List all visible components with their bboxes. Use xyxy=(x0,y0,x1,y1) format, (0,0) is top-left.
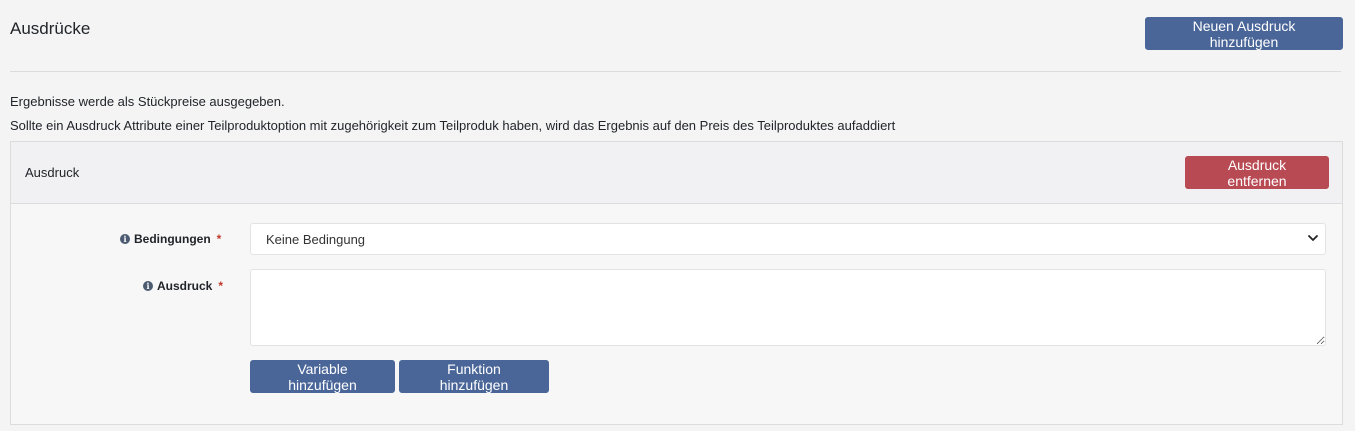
info-text-subproduct: Sollte ein Ausdruck Attribute einer Teil… xyxy=(10,118,896,133)
info-circle-icon[interactable]: i xyxy=(120,234,130,244)
expression-textarea[interactable] xyxy=(250,269,1326,346)
expression-card-header: Ausdruck Ausdruck entfernen xyxy=(11,142,1342,204)
required-marker: * xyxy=(218,279,224,293)
expression-label: i Ausdruck * xyxy=(143,279,223,293)
remove-expression-button[interactable]: Ausdruck entfernen xyxy=(1185,156,1329,189)
info-text-unit-prices: Ergebnisse werde als Stückpreise ausgege… xyxy=(10,94,285,109)
header-divider xyxy=(10,71,1341,72)
add-expression-button[interactable]: Neuen Ausdruck hinzufügen xyxy=(1145,17,1343,50)
chevron-down-icon xyxy=(1308,235,1318,241)
conditions-select[interactable]: Keine Bedingung xyxy=(250,223,1326,255)
conditions-label-text: Bedingungen xyxy=(134,232,211,246)
add-function-button[interactable]: Funktion hinzufügen xyxy=(399,360,549,393)
expression-label-text: Ausdruck xyxy=(157,279,213,293)
expression-card: Ausdruck Ausdruck entfernen i Bedingunge… xyxy=(10,141,1343,425)
info-circle-icon[interactable]: i xyxy=(143,281,153,291)
conditions-label: i Bedingungen * xyxy=(120,232,221,246)
page-title: Ausdrücke xyxy=(10,19,91,38)
required-marker: * xyxy=(216,232,222,246)
expression-card-title: Ausdruck xyxy=(25,165,80,180)
add-variable-button[interactable]: Variable hinzufügen xyxy=(250,360,395,393)
conditions-selected-value: Keine Bedingung xyxy=(266,231,366,247)
